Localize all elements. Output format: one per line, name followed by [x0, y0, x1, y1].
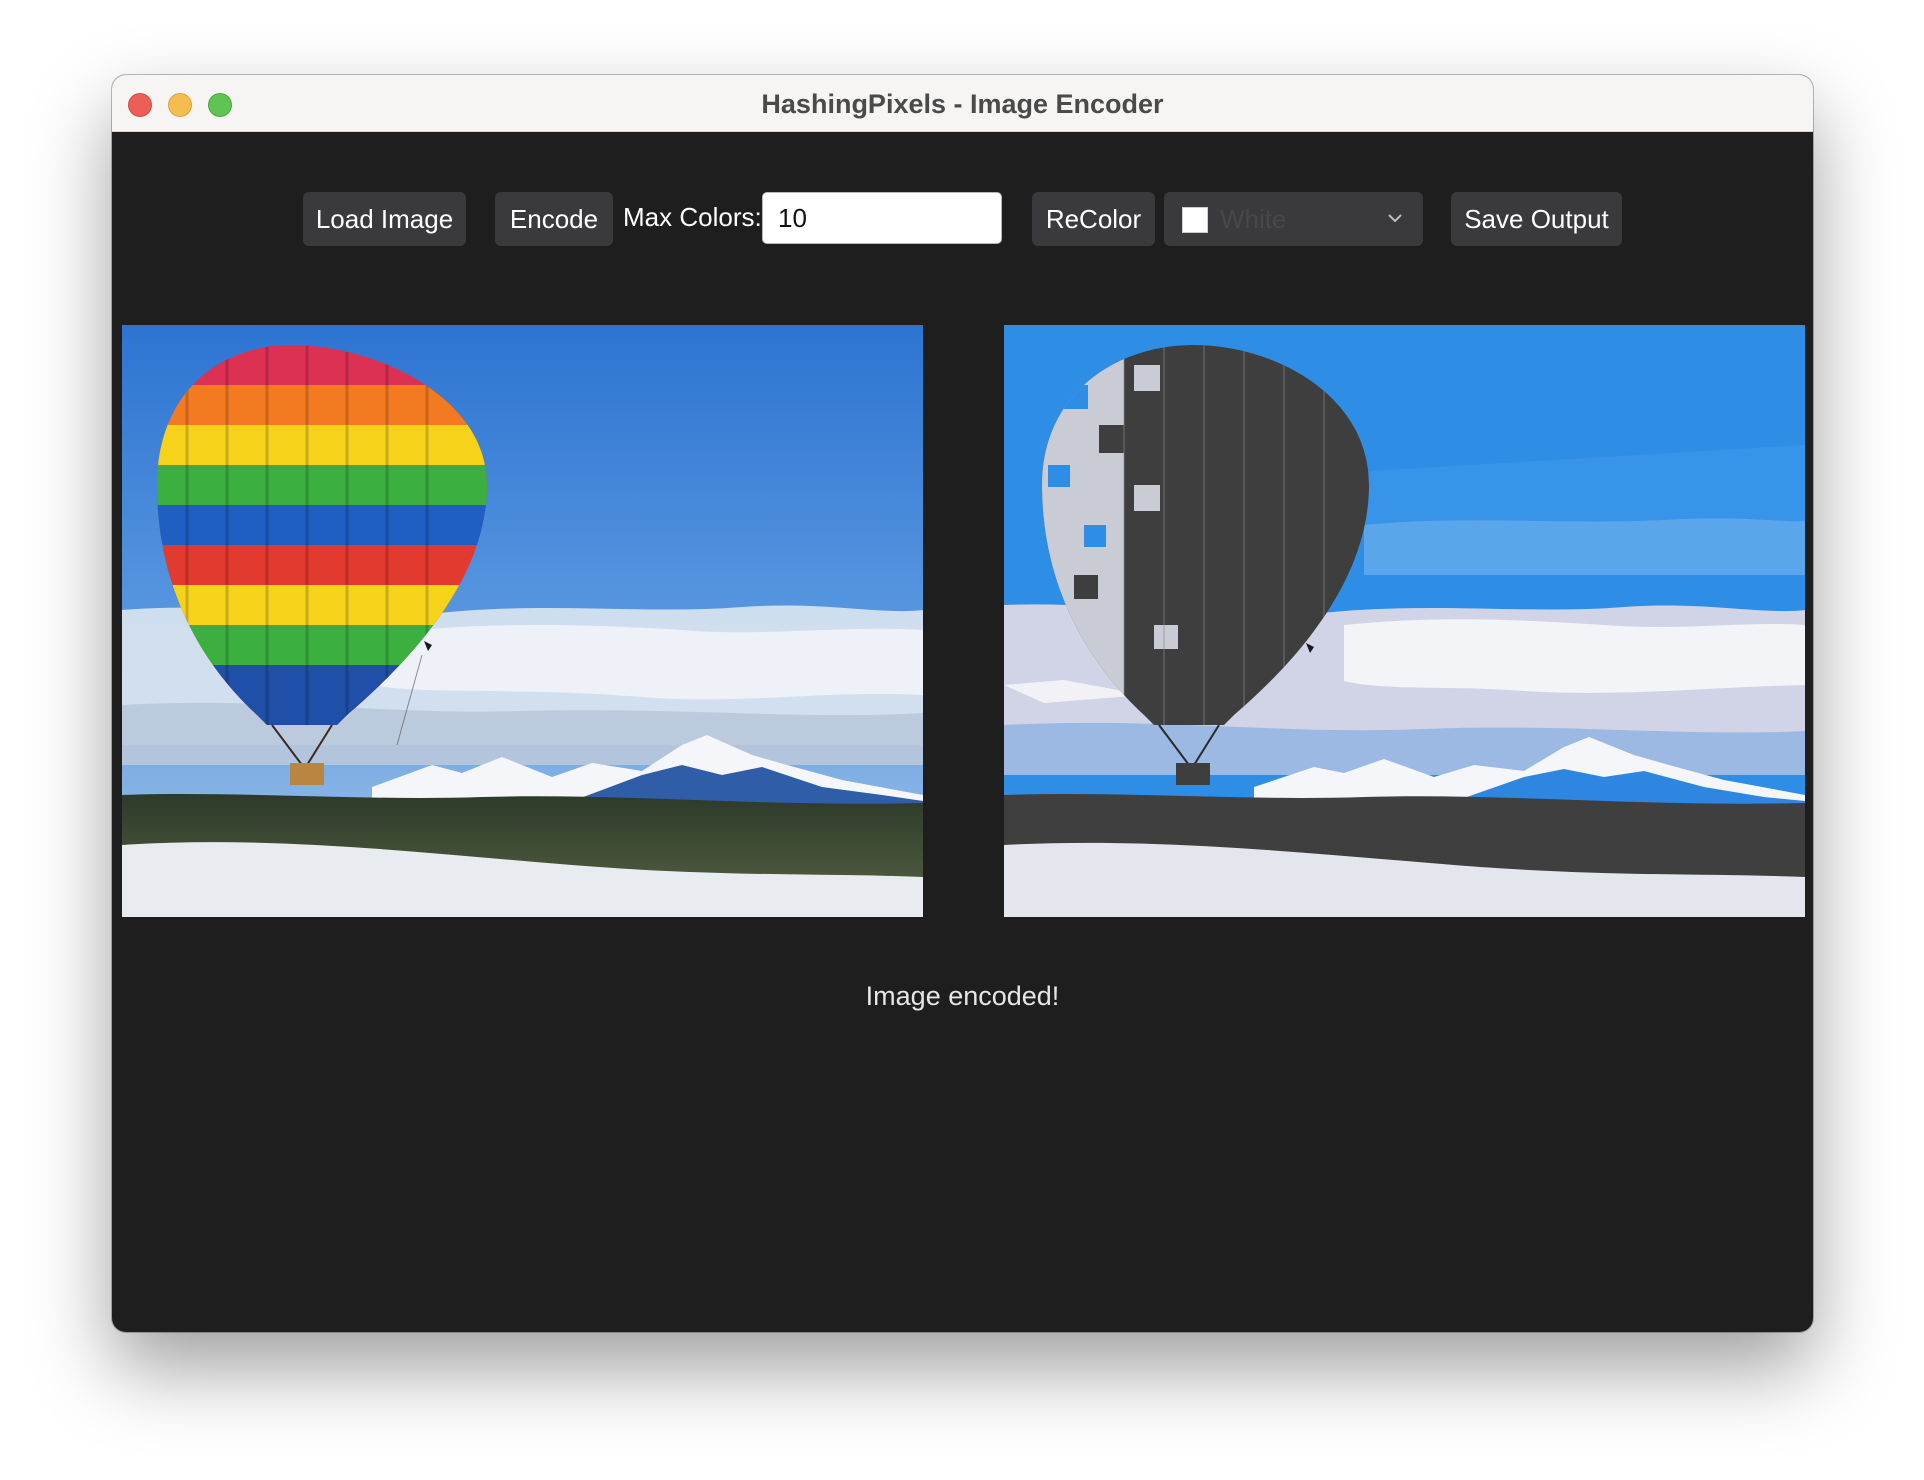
max-colors-label: Max Colors:	[623, 202, 762, 232]
title-bar[interactable]: HashingPixels - Image Encoder	[112, 75, 1813, 132]
status-message: Image encoded!	[865, 981, 1060, 1011]
load-image-button[interactable]: Load Image	[303, 192, 466, 246]
original-image	[122, 325, 923, 917]
color-select-value: White	[1220, 204, 1287, 234]
window-title: HashingPixels - Image Encoder	[761, 89, 1164, 119]
balloon-basket	[290, 763, 324, 785]
color-select[interactable]: White	[1164, 192, 1423, 246]
save-output-button[interactable]: Save Output	[1451, 192, 1622, 246]
encoded-image	[1004, 325, 1805, 917]
balloon-basket	[1176, 763, 1210, 785]
color-swatch	[1182, 207, 1208, 233]
max-colors-input[interactable]	[762, 192, 1002, 244]
app-window: HashingPixels - Image Encoder Load Image…	[112, 75, 1813, 1332]
recolor-button[interactable]: ReColor	[1032, 192, 1155, 246]
chevron-down-icon	[1388, 214, 1402, 223]
encode-button[interactable]: Encode	[495, 192, 613, 246]
